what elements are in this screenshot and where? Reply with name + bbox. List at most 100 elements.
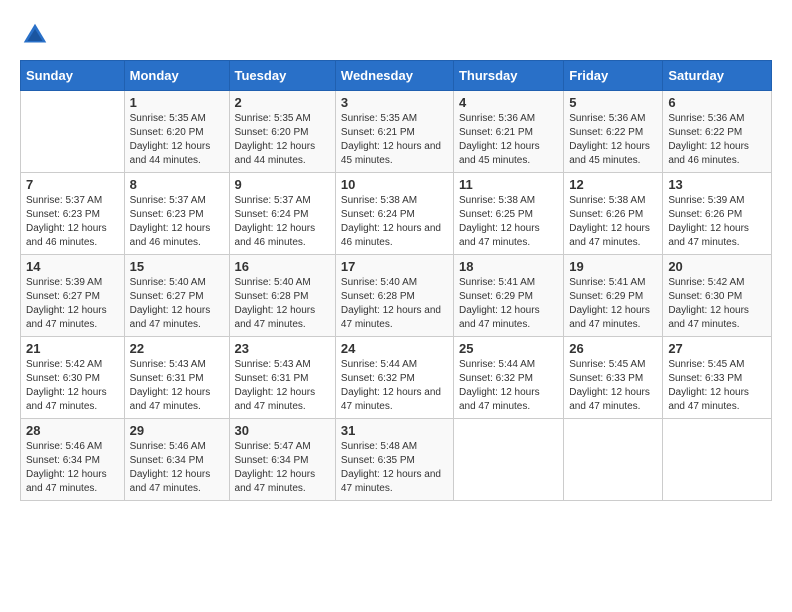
calendar-cell: 14 Sunrise: 5:39 AMSunset: 6:27 PMDaylig…	[21, 255, 125, 337]
day-number: 24	[341, 341, 448, 356]
calendar-cell: 15 Sunrise: 5:40 AMSunset: 6:27 PMDaylig…	[124, 255, 229, 337]
day-info: Sunrise: 5:45 AMSunset: 6:33 PMDaylight:…	[569, 358, 657, 414]
calendar-cell: 11 Sunrise: 5:38 AMSunset: 6:25 PMDaylig…	[453, 173, 563, 255]
day-of-week-header: Tuesday	[229, 61, 335, 91]
calendar-cell: 18 Sunrise: 5:41 AMSunset: 6:29 PMDaylig…	[453, 255, 563, 337]
day-number: 21	[26, 341, 119, 356]
day-info: Sunrise: 5:46 AMSunset: 6:34 PMDaylight:…	[26, 440, 119, 496]
day-info: Sunrise: 5:35 AMSunset: 6:20 PMDaylight:…	[130, 112, 224, 168]
day-info: Sunrise: 5:36 AMSunset: 6:22 PMDaylight:…	[668, 112, 766, 168]
day-info: Sunrise: 5:36 AMSunset: 6:22 PMDaylight:…	[569, 112, 657, 168]
calendar-cell: 20 Sunrise: 5:42 AMSunset: 6:30 PMDaylig…	[663, 255, 772, 337]
day-number: 13	[668, 177, 766, 192]
day-info: Sunrise: 5:39 AMSunset: 6:26 PMDaylight:…	[668, 194, 766, 250]
day-number: 5	[569, 95, 657, 110]
day-info: Sunrise: 5:35 AMSunset: 6:21 PMDaylight:…	[341, 112, 448, 168]
day-number: 6	[668, 95, 766, 110]
calendar-cell	[564, 419, 663, 501]
day-info: Sunrise: 5:35 AMSunset: 6:20 PMDaylight:…	[235, 112, 330, 168]
day-number: 23	[235, 341, 330, 356]
day-number: 2	[235, 95, 330, 110]
day-info: Sunrise: 5:47 AMSunset: 6:34 PMDaylight:…	[235, 440, 330, 496]
calendar-cell: 13 Sunrise: 5:39 AMSunset: 6:26 PMDaylig…	[663, 173, 772, 255]
calendar-cell: 2 Sunrise: 5:35 AMSunset: 6:20 PMDayligh…	[229, 91, 335, 173]
day-number: 10	[341, 177, 448, 192]
calendar-week-row: 21 Sunrise: 5:42 AMSunset: 6:30 PMDaylig…	[21, 337, 772, 419]
calendar-cell: 17 Sunrise: 5:40 AMSunset: 6:28 PMDaylig…	[335, 255, 453, 337]
day-info: Sunrise: 5:40 AMSunset: 6:27 PMDaylight:…	[130, 276, 224, 332]
day-info: Sunrise: 5:42 AMSunset: 6:30 PMDaylight:…	[26, 358, 119, 414]
day-number: 9	[235, 177, 330, 192]
day-info: Sunrise: 5:46 AMSunset: 6:34 PMDaylight:…	[130, 440, 224, 496]
calendar-week-row: 1 Sunrise: 5:35 AMSunset: 6:20 PMDayligh…	[21, 91, 772, 173]
day-number: 8	[130, 177, 224, 192]
day-info: Sunrise: 5:40 AMSunset: 6:28 PMDaylight:…	[235, 276, 330, 332]
day-info: Sunrise: 5:44 AMSunset: 6:32 PMDaylight:…	[459, 358, 558, 414]
calendar-cell: 23 Sunrise: 5:43 AMSunset: 6:31 PMDaylig…	[229, 337, 335, 419]
day-number: 15	[130, 259, 224, 274]
calendar-cell: 16 Sunrise: 5:40 AMSunset: 6:28 PMDaylig…	[229, 255, 335, 337]
calendar-cell: 9 Sunrise: 5:37 AMSunset: 6:24 PMDayligh…	[229, 173, 335, 255]
day-info: Sunrise: 5:37 AMSunset: 6:23 PMDaylight:…	[26, 194, 119, 250]
calendar-cell: 27 Sunrise: 5:45 AMSunset: 6:33 PMDaylig…	[663, 337, 772, 419]
generalblue-icon	[20, 20, 50, 50]
days-of-week-row: SundayMondayTuesdayWednesdayThursdayFrid…	[21, 61, 772, 91]
calendar-cell: 3 Sunrise: 5:35 AMSunset: 6:21 PMDayligh…	[335, 91, 453, 173]
calendar-cell	[21, 91, 125, 173]
calendar-cell: 22 Sunrise: 5:43 AMSunset: 6:31 PMDaylig…	[124, 337, 229, 419]
day-number: 29	[130, 423, 224, 438]
logo	[20, 20, 54, 50]
day-number: 31	[341, 423, 448, 438]
calendar-cell: 5 Sunrise: 5:36 AMSunset: 6:22 PMDayligh…	[564, 91, 663, 173]
calendar-cell: 6 Sunrise: 5:36 AMSunset: 6:22 PMDayligh…	[663, 91, 772, 173]
day-of-week-header: Saturday	[663, 61, 772, 91]
day-info: Sunrise: 5:42 AMSunset: 6:30 PMDaylight:…	[668, 276, 766, 332]
day-of-week-header: Friday	[564, 61, 663, 91]
day-number: 26	[569, 341, 657, 356]
calendar-body: 1 Sunrise: 5:35 AMSunset: 6:20 PMDayligh…	[21, 91, 772, 501]
day-of-week-header: Wednesday	[335, 61, 453, 91]
day-info: Sunrise: 5:43 AMSunset: 6:31 PMDaylight:…	[235, 358, 330, 414]
day-of-week-header: Monday	[124, 61, 229, 91]
calendar-week-row: 28 Sunrise: 5:46 AMSunset: 6:34 PMDaylig…	[21, 419, 772, 501]
day-number: 28	[26, 423, 119, 438]
day-number: 18	[459, 259, 558, 274]
day-number: 30	[235, 423, 330, 438]
day-info: Sunrise: 5:48 AMSunset: 6:35 PMDaylight:…	[341, 440, 448, 496]
day-info: Sunrise: 5:37 AMSunset: 6:23 PMDaylight:…	[130, 194, 224, 250]
day-info: Sunrise: 5:37 AMSunset: 6:24 PMDaylight:…	[235, 194, 330, 250]
day-number: 1	[130, 95, 224, 110]
day-of-week-header: Thursday	[453, 61, 563, 91]
day-number: 22	[130, 341, 224, 356]
day-info: Sunrise: 5:41 AMSunset: 6:29 PMDaylight:…	[569, 276, 657, 332]
calendar-cell: 31 Sunrise: 5:48 AMSunset: 6:35 PMDaylig…	[335, 419, 453, 501]
day-number: 17	[341, 259, 448, 274]
day-info: Sunrise: 5:43 AMSunset: 6:31 PMDaylight:…	[130, 358, 224, 414]
calendar-cell: 30 Sunrise: 5:47 AMSunset: 6:34 PMDaylig…	[229, 419, 335, 501]
day-number: 20	[668, 259, 766, 274]
calendar-cell: 29 Sunrise: 5:46 AMSunset: 6:34 PMDaylig…	[124, 419, 229, 501]
calendar-cell: 7 Sunrise: 5:37 AMSunset: 6:23 PMDayligh…	[21, 173, 125, 255]
calendar-cell: 4 Sunrise: 5:36 AMSunset: 6:21 PMDayligh…	[453, 91, 563, 173]
day-info: Sunrise: 5:40 AMSunset: 6:28 PMDaylight:…	[341, 276, 448, 332]
calendar-cell	[663, 419, 772, 501]
day-number: 4	[459, 95, 558, 110]
day-info: Sunrise: 5:38 AMSunset: 6:26 PMDaylight:…	[569, 194, 657, 250]
calendar-cell: 12 Sunrise: 5:38 AMSunset: 6:26 PMDaylig…	[564, 173, 663, 255]
day-info: Sunrise: 5:36 AMSunset: 6:21 PMDaylight:…	[459, 112, 558, 168]
calendar-week-row: 14 Sunrise: 5:39 AMSunset: 6:27 PMDaylig…	[21, 255, 772, 337]
calendar-cell: 24 Sunrise: 5:44 AMSunset: 6:32 PMDaylig…	[335, 337, 453, 419]
day-info: Sunrise: 5:38 AMSunset: 6:24 PMDaylight:…	[341, 194, 448, 250]
day-info: Sunrise: 5:45 AMSunset: 6:33 PMDaylight:…	[668, 358, 766, 414]
day-info: Sunrise: 5:38 AMSunset: 6:25 PMDaylight:…	[459, 194, 558, 250]
day-number: 3	[341, 95, 448, 110]
calendar-cell: 19 Sunrise: 5:41 AMSunset: 6:29 PMDaylig…	[564, 255, 663, 337]
calendar-cell: 1 Sunrise: 5:35 AMSunset: 6:20 PMDayligh…	[124, 91, 229, 173]
day-number: 7	[26, 177, 119, 192]
calendar-cell: 26 Sunrise: 5:45 AMSunset: 6:33 PMDaylig…	[564, 337, 663, 419]
day-number: 16	[235, 259, 330, 274]
calendar-cell: 10 Sunrise: 5:38 AMSunset: 6:24 PMDaylig…	[335, 173, 453, 255]
calendar-cell	[453, 419, 563, 501]
calendar-cell: 21 Sunrise: 5:42 AMSunset: 6:30 PMDaylig…	[21, 337, 125, 419]
day-info: Sunrise: 5:41 AMSunset: 6:29 PMDaylight:…	[459, 276, 558, 332]
